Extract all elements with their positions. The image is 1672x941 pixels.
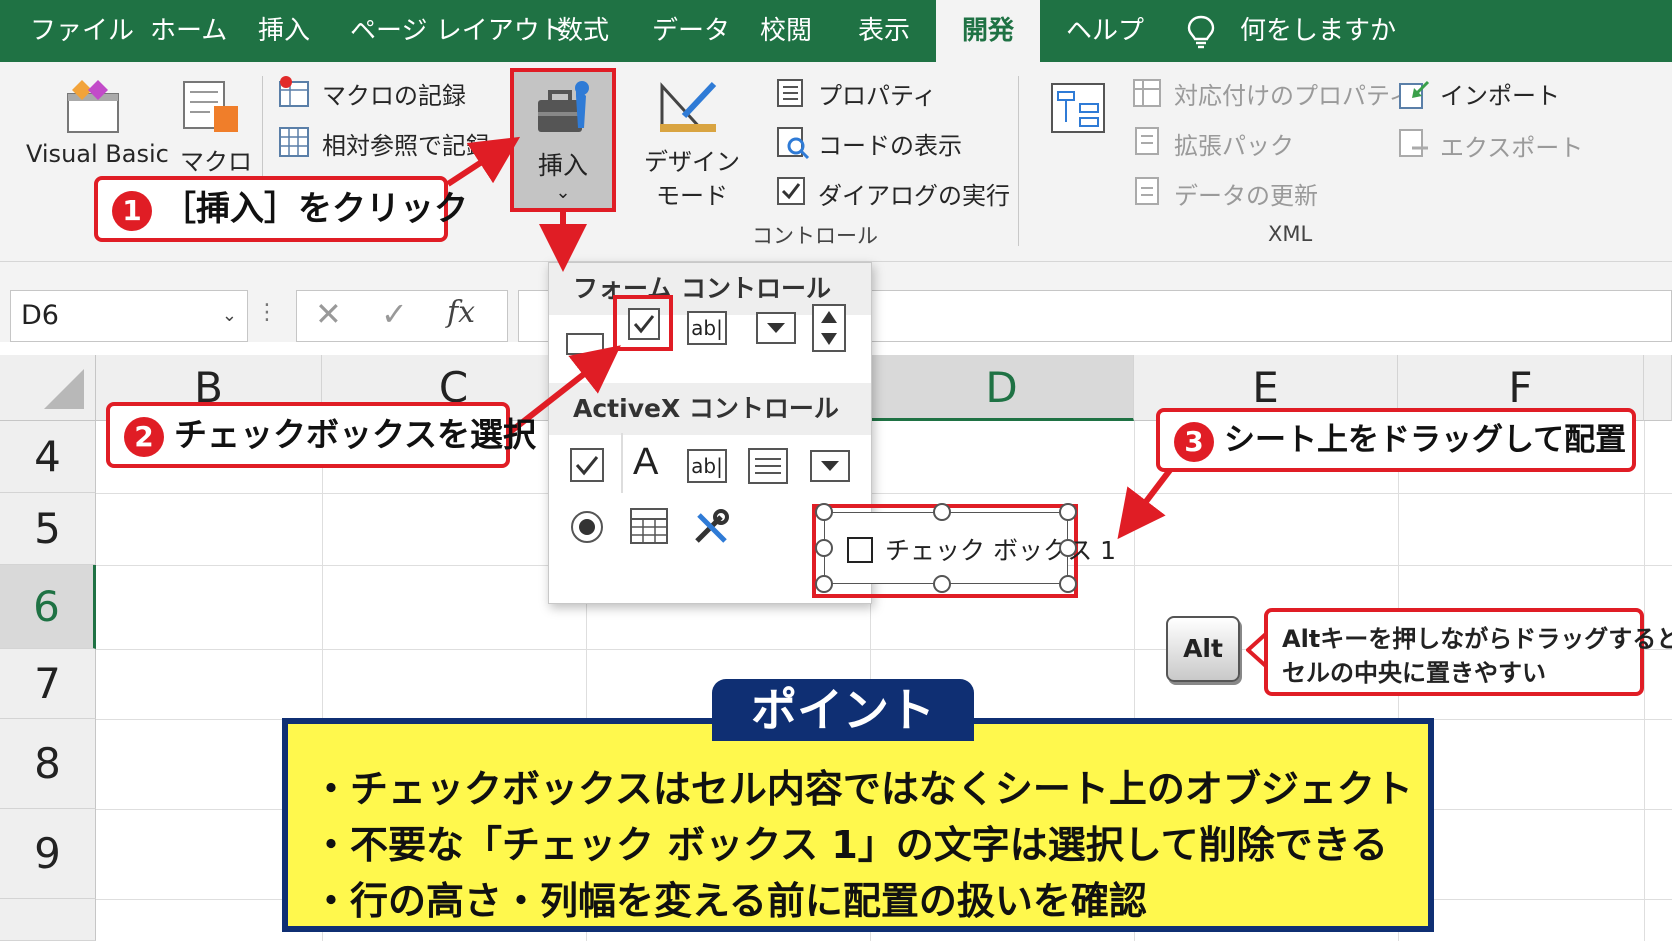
callout-step-2-text: チェックボックスを選択: [174, 415, 537, 454]
point-line-1: ・チェックボックスはセル内容ではなくシート上のオブジェクト: [312, 767, 1413, 811]
point-box: ・チェックボックスはセル内容ではなくシート上のオブジェクト ・不要な「チェック …: [282, 718, 1434, 932]
callout-step-3: 3 シート上をドラッグして配置: [1156, 408, 1636, 472]
alt-key-icon: Alt: [1166, 616, 1240, 682]
alt-tip-box: Altキーを押しながらドラッグすると セルの中央に置きやすい: [1264, 608, 1672, 696]
point-line-2: ・不要な「チェック ボックス 1」の文字は選択して削除できる: [312, 823, 1388, 867]
callout-step-1: 1 ［挿入］をクリック: [94, 176, 468, 242]
callout-step-2: 2 チェックボックスを選択: [106, 402, 536, 468]
alt-tip-line-2: セルの中央に置きやすい: [1282, 659, 1546, 687]
step-number-3: 3: [1174, 421, 1214, 462]
step-number-2: 2: [124, 416, 164, 457]
step-number-1: 1: [112, 190, 152, 231]
alt-tip-line-1: Altキーを押しながらドラッグすると: [1282, 625, 1672, 653]
callout-step-3-text: シート上をドラッグして配置: [1224, 422, 1627, 458]
callout-step-1-text: ［挿入］をクリック: [162, 189, 468, 229]
point-title: ポイント: [712, 679, 974, 741]
point-line-3: ・行の高さ・列幅を変える前に配置の扱いを確認: [312, 879, 1147, 923]
